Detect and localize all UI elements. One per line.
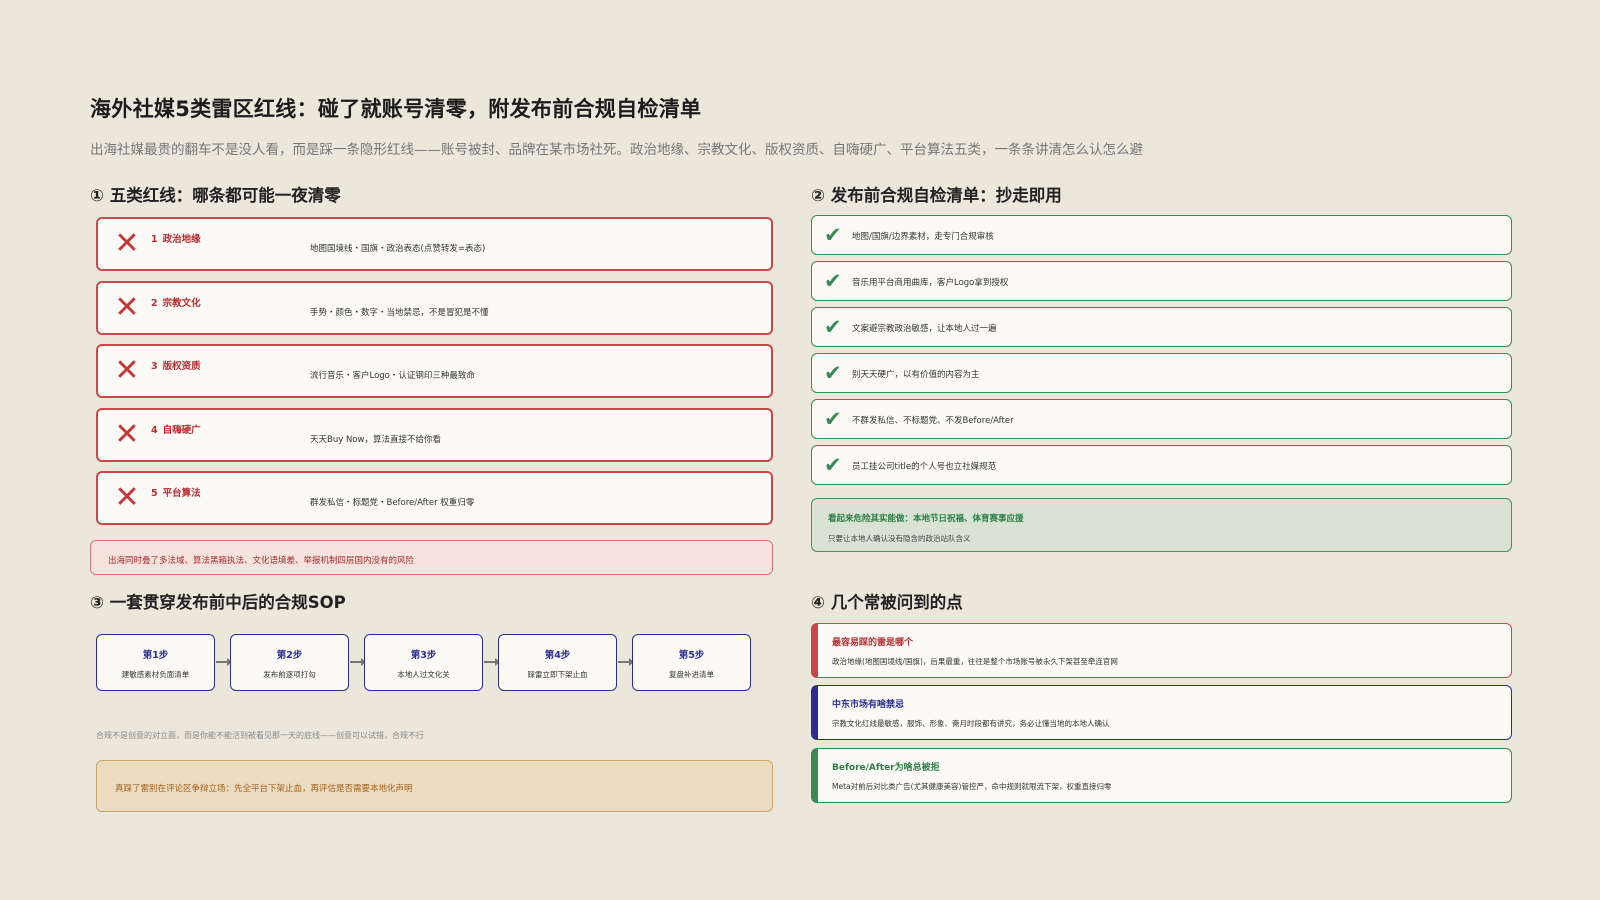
step-label: 第2步 — [276, 650, 303, 661]
check-icon: ✔ — [824, 453, 842, 477]
redline-name: 版权资质 — [162, 361, 201, 372]
faq-question: 最容易踩的雷是哪个 — [832, 638, 914, 648]
checklist-item: ✔ 地图/国旗/边界素材，走专门合规审核 — [811, 215, 1512, 255]
checklist-item: ✔ 别天天硬广，以有价值的内容为主 — [811, 353, 1512, 393]
faq-answer: 宗教文化红线最敏感，服饰、形象、斋月时段都有讲究，务必让懂当地的本地人确认 — [832, 719, 1110, 728]
arrow-icon — [216, 658, 232, 666]
sop-step: 第4步 踩雷立即下架止血 — [498, 634, 617, 691]
risk-warning: 出海同时叠了多法域、算法黑箱执法、文化语境差、举报机制四层国内没有的风险 — [90, 540, 773, 575]
faq-item: Before/After为啥总被拒 Meta对前后对比类广告(尤其健康美容)管控… — [811, 748, 1512, 803]
checklist-text: 地图/国旗/边界素材，走专门合规审核 — [852, 232, 994, 242]
redline-list: ✕ 1 政治地缘 地图国境线・国旗・政治表态(点赞转发=表态) ✕ 2 宗教文化 手… — [96, 217, 773, 535]
cross-icon: ✕ — [114, 226, 140, 261]
checklist-item: ✔ 音乐用平台商用曲库，客户Logo拿到授权 — [811, 261, 1512, 301]
section-title-faq: ④ 几个常被问到的点 — [811, 593, 963, 612]
checklist-text: 别天天硬广，以有价值的内容为主 — [852, 370, 980, 380]
section-title-checklist: ② 发布前合规自检清单：抄走即用 — [811, 186, 1062, 205]
redline-card: ✕ 1 政治地缘 地图国境线・国旗・政治表态(点赞转发=表态) — [96, 217, 773, 271]
safe-note-body: 只要让本地人确认没有隐含的政治站队含义 — [828, 534, 971, 543]
step-label: 第3步 — [410, 650, 437, 661]
step-label: 第4步 — [544, 650, 571, 661]
check-icon: ✔ — [824, 315, 842, 339]
redline-desc: 群发私信・标题党・Before/After 权重归零 — [310, 498, 475, 508]
arrow-icon — [350, 658, 366, 666]
redline-desc: 流行音乐・客户Logo・认证钢印三种最致命 — [310, 371, 475, 381]
page: 海外社媒5类雷区红线：碰了就账号清零，附发布前合规自检清单 出海社媒最贵的翻车不… — [0, 0, 1600, 900]
redline-name: 自嗨硬广 — [162, 424, 201, 436]
redline-card: ✕ 4 自嗨硬广 天天Buy Now，算法直接不给你看 — [96, 407, 773, 462]
faq-question: 中东市场有啥禁忌 — [832, 700, 905, 710]
redline-number: 5 — [151, 488, 158, 499]
redline-desc: 手势・颜色・数字・当地禁忌，不是冒犯是不懂 — [310, 307, 489, 318]
redline-desc: 地图国境线・国旗・政治表态(点赞转发=表态) — [310, 244, 486, 254]
section-title-redlines: ① 五类红线：哪条都可能一夜清零 — [90, 186, 341, 205]
redline-name: 宗教文化 — [162, 297, 201, 309]
redline-name: 平台算法 — [162, 488, 201, 499]
incident-tip: 真踩了雷别在评论区争辩立场：先全平台下架止血，再评估是否需要本地化声明 — [96, 760, 773, 812]
redline-name: 政治地缘 — [162, 234, 201, 245]
checklist-text: 不群发私信、不标题党、不发Before/After — [852, 416, 1014, 426]
redline-number: 4 — [151, 424, 158, 436]
arrow-icon — [484, 658, 500, 666]
sop-step: 第1步 建敏感素材负面清单 — [96, 634, 215, 691]
step-desc: 建敏感素材负面清单 — [121, 670, 190, 679]
check-icon: ✔ — [824, 223, 842, 247]
checklist: ✔ 地图/国旗/边界素材，走专门合规审核 ✔ 音乐用平台商用曲库，客户Logo拿… — [811, 215, 1512, 491]
check-icon: ✔ — [824, 269, 842, 293]
faq-question: Before/After为啥总被拒 — [832, 763, 940, 773]
checklist-item: ✔ 不群发私信、不标题党、不发Before/After — [811, 399, 1512, 439]
faq-item: 最容易踩的雷是哪个 政治地缘(地图国境线/国旗)，后果最重，往往是整个市场账号被… — [811, 623, 1512, 678]
page-title: 海外社媒5类雷区红线：碰了就账号清零，附发布前合规自检清单 — [90, 97, 702, 121]
redline-card: ✕ 2 宗教文化 手势・颜色・数字・当地禁忌，不是冒犯是不懂 — [96, 280, 773, 335]
redline-number: 2 — [151, 297, 158, 309]
sop-step: 第5步 复盘补进清单 — [632, 634, 751, 691]
step-desc: 发布前逐项打勾 — [263, 670, 316, 679]
step-desc: 本地人过文化关 — [397, 670, 450, 679]
redline-number: 1 — [151, 234, 158, 245]
safe-practice-note: 看起来危险其实能做：本地节日祝福、体育赛事应援 只要让本地人确认没有隐含的政治站… — [811, 498, 1512, 552]
sop-step: 第3步 本地人过文化关 — [364, 634, 483, 691]
check-icon: ✔ — [824, 407, 842, 431]
safe-note-heading: 看起来危险其实能做：本地节日祝福、体育赛事应援 — [828, 514, 1024, 524]
redline-desc: 天天Buy Now，算法直接不给你看 — [310, 434, 441, 445]
step-desc: 复盘补进清单 — [669, 670, 714, 679]
cross-icon: ✕ — [114, 353, 140, 388]
redline-card: ✕ 3 版权资质 流行音乐・客户Logo・认证钢印三种最致命 — [96, 344, 773, 398]
step-desc: 踩雷立即下架止血 — [527, 670, 588, 679]
checklist-item: ✔ 文案避宗教政治敏感，让本地人过一遍 — [811, 307, 1512, 347]
step-label: 第5步 — [678, 650, 705, 661]
page-subtitle: 出海社媒最贵的翻车不是没人看，而是踩一条隐形红线——账号被封、品牌在某市场社死。… — [90, 142, 1143, 158]
sop-step: 第2步 发布前逐项打勾 — [230, 634, 349, 691]
sop-note: 合规不是创意的对立面，而是你能不能活到被看见那一天的底线——创意可以试错，合规不… — [96, 731, 424, 740]
checklist-item: ✔ 员工挂公司title的个人号也立社媒规范 — [811, 445, 1512, 485]
faq-answer: 政治地缘(地图国境线/国旗)，后果最重，往往是整个市场账号被永久下架甚至牵连官网 — [832, 657, 1118, 666]
section-title-sop: ③ 一套贯穿发布前中后的合规SOP — [90, 593, 346, 612]
redline-card: ✕ 5 平台算法 群发私信・标题党・Before/After 权重归零 — [96, 471, 773, 525]
cross-icon: ✕ — [114, 289, 140, 325]
checklist-text: 音乐用平台商用曲库，客户Logo拿到授权 — [852, 278, 1009, 288]
arrow-icon — [618, 658, 634, 666]
check-icon: ✔ — [824, 361, 842, 385]
faq-answer: Meta对前后对比类广告(尤其健康美容)管控严，命中规则就限流下架，权重直接归零 — [832, 782, 1112, 791]
redline-number: 3 — [151, 361, 158, 372]
checklist-text: 文案避宗教政治敏感，让本地人过一遍 — [852, 324, 997, 334]
faq-item: 中东市场有啥禁忌 宗教文化红线最敏感，服饰、形象、斋月时段都有讲究，务必让懂当地… — [811, 685, 1512, 740]
checklist-text: 员工挂公司title的个人号也立社媒规范 — [852, 462, 997, 472]
step-label: 第1步 — [142, 650, 169, 661]
cross-icon: ✕ — [114, 480, 140, 515]
cross-icon: ✕ — [114, 416, 140, 452]
